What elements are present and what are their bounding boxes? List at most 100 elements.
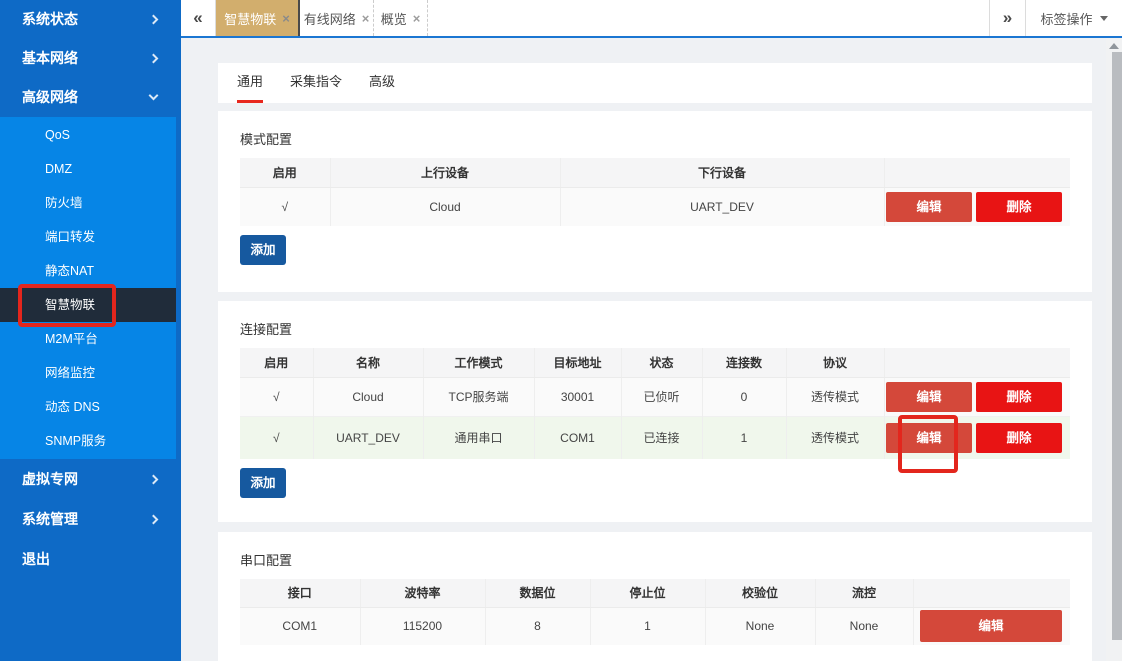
cell-baud-rate: 115200 bbox=[360, 607, 485, 645]
serial-config-table: 接口 波特率 数据位 停止位 校验位 流控 COM1 115200 8 1 bbox=[240, 579, 1070, 645]
sidebar-item-port-forwarding[interactable]: 端口转发 bbox=[0, 220, 176, 254]
tab-label: 智慧物联 bbox=[224, 9, 276, 28]
scrollbar-thumb[interactable] bbox=[1112, 52, 1122, 640]
table-row: COM1 115200 8 1 None None 编辑 bbox=[240, 607, 1070, 645]
column-header-actions bbox=[884, 158, 1070, 187]
sidebar-item-network-monitor[interactable]: 网络监控 bbox=[0, 356, 176, 390]
cell-target-address: COM1 bbox=[534, 416, 621, 459]
edit-button-highlighted[interactable]: 编辑 bbox=[886, 423, 972, 453]
cell-actions: 编辑删除 bbox=[884, 377, 1070, 416]
cell-name: UART_DEV bbox=[313, 416, 423, 459]
tab-overview[interactable]: 概览 × bbox=[374, 0, 428, 36]
sidebar-item-dmz[interactable]: DMZ bbox=[0, 152, 176, 186]
main-content: 通用 采集指令 高级 模式配置 启用 上行设备 下行设备 bbox=[181, 38, 1122, 661]
mode-config-section: 模式配置 启用 上行设备 下行设备 √ Cloud UART_DEV bbox=[218, 111, 1092, 292]
table-row: √ Cloud TCP服务端 30001 已侦听 0 透传模式 编辑删除 bbox=[240, 377, 1070, 416]
sidebar-item-advanced-network[interactable]: 高级网络 bbox=[0, 78, 181, 117]
sidebar-item-label: 高级网络 bbox=[22, 89, 78, 105]
column-header-interface: 接口 bbox=[240, 579, 360, 607]
content-tab-strip: 通用 采集指令 高级 bbox=[218, 63, 1092, 103]
tab-general[interactable]: 通用 bbox=[237, 63, 263, 103]
sidebar-item-qos[interactable]: QoS bbox=[0, 118, 176, 152]
sidebar-item-label: 虚拟专网 bbox=[22, 471, 78, 487]
section-title: 连接配置 bbox=[240, 323, 1070, 337]
sidebar-item-system-status[interactable]: 系统状态 bbox=[0, 0, 181, 39]
sidebar-item-label: 基本网络 bbox=[22, 50, 78, 66]
tab-wired-network[interactable]: 有线网络 × bbox=[300, 0, 374, 36]
edit-button[interactable]: 编辑 bbox=[886, 192, 972, 222]
sidebar-item-dynamic-dns[interactable]: 动态 DNS bbox=[0, 390, 176, 424]
cell-enable: √ bbox=[240, 187, 330, 226]
app-window: 系统状态 基本网络 高级网络 QoS DMZ 防火墙 端口转发 静态NAT 智慧… bbox=[0, 0, 1122, 661]
cell-protocol: 透传模式 bbox=[786, 377, 884, 416]
sidebar-item-smart-iot[interactable]: 智慧物联 bbox=[0, 288, 176, 322]
table-header-row: 接口 波特率 数据位 停止位 校验位 流控 bbox=[240, 579, 1070, 607]
column-header-parity: 校验位 bbox=[705, 579, 815, 607]
section-title: 串口配置 bbox=[240, 554, 1070, 568]
cell-downlink-device: UART_DEV bbox=[560, 187, 884, 226]
column-header-enable: 启用 bbox=[240, 158, 330, 187]
cell-status: 已连接 bbox=[621, 416, 702, 459]
add-button[interactable]: 添加 bbox=[240, 235, 286, 265]
column-header-actions bbox=[884, 348, 1070, 377]
table-row-highlighted: √ UART_DEV 通用串口 COM1 已连接 1 透传模式 编辑删除 bbox=[240, 416, 1070, 459]
chevron-right-icon bbox=[149, 54, 159, 64]
tab-collection-commands[interactable]: 采集指令 bbox=[290, 63, 342, 103]
serial-config-section: 串口配置 接口 波特率 数据位 停止位 校验位 流控 bbox=[218, 532, 1092, 661]
scroll-tabs-right-button[interactable]: » bbox=[989, 0, 1025, 36]
delete-button[interactable]: 删除 bbox=[976, 192, 1062, 222]
column-header-uplink-device: 上行设备 bbox=[330, 158, 560, 187]
delete-button[interactable]: 删除 bbox=[976, 423, 1062, 453]
edit-button[interactable]: 编辑 bbox=[886, 382, 972, 412]
chevron-down-icon bbox=[149, 91, 159, 101]
tab-smart-iot[interactable]: 智慧物联 × bbox=[216, 0, 300, 36]
tab-label: 有线网络 bbox=[304, 9, 356, 28]
cell-actions: 编辑删除 bbox=[884, 187, 1070, 226]
sidebar-item-logout[interactable]: 退出 bbox=[0, 539, 181, 579]
edit-button[interactable]: 编辑 bbox=[920, 610, 1062, 642]
scroll-tabs-left-button[interactable]: « bbox=[181, 0, 216, 36]
section-title: 模式配置 bbox=[240, 133, 1070, 147]
column-header-downlink-device: 下行设备 bbox=[560, 158, 884, 187]
column-header-stop-bits: 停止位 bbox=[590, 579, 705, 607]
cell-target-address: 30001 bbox=[534, 377, 621, 416]
scroll-up-arrow-icon[interactable] bbox=[1109, 43, 1119, 49]
sidebar-item-m2m-platform[interactable]: M2M平台 bbox=[0, 322, 176, 356]
tab-label: 概览 bbox=[381, 9, 407, 28]
cell-connection-count: 1 bbox=[702, 416, 786, 459]
sidebar-item-basic-network[interactable]: 基本网络 bbox=[0, 39, 181, 78]
sidebar-item-label: 系统管理 bbox=[22, 511, 78, 527]
double-chevron-left-icon: « bbox=[193, 8, 202, 28]
column-header-data-bits: 数据位 bbox=[485, 579, 590, 607]
table-header-row: 启用 名称 工作模式 目标地址 状态 连接数 协议 bbox=[240, 348, 1070, 377]
delete-button[interactable]: 删除 bbox=[976, 382, 1062, 412]
column-header-enable: 启用 bbox=[240, 348, 313, 377]
mode-config-table: 启用 上行设备 下行设备 √ Cloud UART_DEV 编辑删除 bbox=[240, 158, 1070, 226]
cell-interface: COM1 bbox=[240, 607, 360, 645]
column-header-flow-control: 流控 bbox=[815, 579, 913, 607]
tab-bar: « 智慧物联 × 有线网络 × 概览 × » 标签操作 bbox=[181, 0, 1122, 38]
close-icon[interactable]: × bbox=[413, 11, 421, 26]
column-header-protocol: 协议 bbox=[786, 348, 884, 377]
sidebar-item-firewall[interactable]: 防火墙 bbox=[0, 186, 176, 220]
close-icon[interactable]: × bbox=[282, 11, 290, 26]
close-icon[interactable]: × bbox=[362, 11, 370, 26]
tab-advanced[interactable]: 高级 bbox=[369, 63, 395, 103]
column-header-baud-rate: 波特率 bbox=[360, 579, 485, 607]
connection-config-table: 启用 名称 工作模式 目标地址 状态 连接数 协议 √ Cloud TCP服务 bbox=[240, 348, 1070, 459]
column-header-connection-count: 连接数 bbox=[702, 348, 786, 377]
chevron-right-icon bbox=[149, 475, 159, 485]
sidebar-item-system-management[interactable]: 系统管理 bbox=[0, 499, 181, 539]
sidebar-item-static-nat[interactable]: 静态NAT bbox=[0, 254, 176, 288]
cell-enable: √ bbox=[240, 416, 313, 459]
add-button[interactable]: 添加 bbox=[240, 468, 286, 498]
sidebar-item-snmp-service[interactable]: SNMP服务 bbox=[0, 424, 176, 458]
sidebar: 系统状态 基本网络 高级网络 QoS DMZ 防火墙 端口转发 静态NAT 智慧… bbox=[0, 0, 181, 661]
tab-operations-dropdown[interactable]: 标签操作 bbox=[1025, 0, 1122, 36]
sidebar-item-vpn[interactable]: 虚拟专网 bbox=[0, 459, 181, 499]
column-header-target-address: 目标地址 bbox=[534, 348, 621, 377]
chevron-right-icon bbox=[149, 15, 159, 25]
cell-connection-count: 0 bbox=[702, 377, 786, 416]
connection-config-section: 连接配置 启用 名称 工作模式 目标地址 状态 连接数 协议 bbox=[218, 301, 1092, 522]
tab-operations-label: 标签操作 bbox=[1040, 9, 1092, 28]
